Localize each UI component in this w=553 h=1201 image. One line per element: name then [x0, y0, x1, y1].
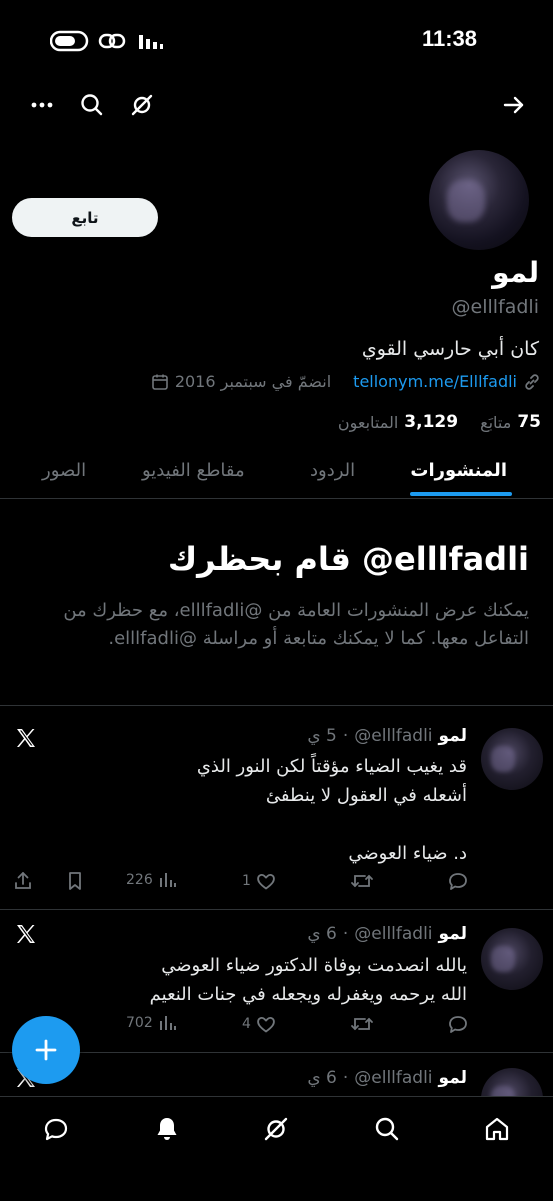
views-icon	[159, 873, 176, 887]
reply-button[interactable]	[446, 870, 470, 892]
repost-button[interactable]	[350, 870, 374, 892]
tab-replies[interactable]: الردود	[310, 460, 355, 481]
search-icon[interactable]	[78, 91, 106, 119]
tweet-time: 6 ي	[307, 1068, 337, 1088]
tweet-actions: 226 1	[12, 870, 472, 894]
heart-icon	[257, 1016, 275, 1033]
views-button[interactable]: 702	[126, 1013, 177, 1033]
separator-dot: ·	[342, 726, 349, 746]
followers-label[interactable]: المتابعون	[338, 413, 398, 432]
tweet-time: 6 ي	[307, 924, 337, 944]
profile-handle: @elllfadli	[451, 296, 539, 318]
search-icon[interactable]	[373, 1115, 401, 1143]
blocked-title: قام بحظرك @elllfadli	[167, 540, 529, 578]
reply-icon	[449, 873, 467, 890]
grok-icon[interactable]	[262, 1115, 290, 1143]
reply-button[interactable]	[446, 1013, 470, 1035]
tweet-header: لمو @elllfadli · 6 ي	[307, 924, 467, 944]
compose-button[interactable]	[12, 1016, 80, 1084]
tweet-line: يالله انصدمت بوفاة الدكتور ضياء العوضي	[161, 955, 467, 976]
back-arrow-icon[interactable]	[500, 91, 528, 119]
status-time: 11:38	[421, 26, 477, 51]
tweet-author-name[interactable]: لمو	[439, 726, 467, 746]
tweet-line: الله يرحمه ويغفرله ويجعله في جنات النعيم	[149, 984, 467, 1005]
like-button[interactable]: 1	[242, 870, 277, 892]
following-count[interactable]: 75	[517, 412, 541, 432]
repost-button[interactable]	[350, 1013, 374, 1035]
more-icon[interactable]	[28, 91, 56, 119]
separator-dot: ·	[342, 1068, 349, 1088]
plus-icon	[35, 1039, 57, 1061]
profile-link[interactable]: tellonym.me/Elllfadli	[353, 372, 517, 391]
x-logo-icon	[14, 922, 38, 946]
tweet-time: 5 ي	[307, 726, 337, 746]
tweet-author-handle[interactable]: @elllfadli	[354, 1068, 432, 1088]
tweet-line: قد يغيب الضياء مؤقتاً لكن النور الذي	[196, 756, 467, 777]
tweet-header: لمو @elllfadli · 5 ي	[307, 726, 467, 746]
views-icon	[159, 1016, 176, 1030]
battery-icon	[50, 30, 90, 52]
link-status-icon	[98, 30, 126, 52]
profile-stats: 75 متابَع 3,129 المتابعون	[338, 412, 541, 432]
avatar[interactable]	[481, 728, 543, 790]
heart-icon	[257, 873, 275, 890]
grok-icon[interactable]	[128, 91, 156, 119]
tweet-text[interactable]: يالله انصدمت بوفاة الدكتور ضياء العوضي ا…	[150, 951, 467, 1009]
tweet-actions: 702 4	[12, 1013, 472, 1037]
profile-name: لمو	[492, 256, 539, 289]
reply-icon	[449, 1016, 467, 1033]
share-button[interactable]	[12, 870, 34, 892]
divider	[0, 1052, 553, 1053]
repost-icon	[351, 874, 373, 888]
tweet-line: أشعله في العقول لا ينطفئ	[265, 785, 467, 806]
tweet-author-name[interactable]: لمو	[439, 1068, 467, 1088]
bookmark-button[interactable]	[64, 870, 86, 892]
messages-icon[interactable]	[42, 1115, 70, 1143]
tweet-header: لمو @elllfadli · 6 ي	[307, 1068, 467, 1088]
bottom-nav	[0, 1096, 553, 1201]
calendar-icon	[151, 373, 169, 391]
tweet-author-handle[interactable]: @elllfadli	[354, 726, 432, 746]
divider	[0, 705, 553, 706]
views-count: 226	[126, 872, 153, 888]
tab-posts[interactable]: المنشورات	[410, 460, 507, 481]
link-icon	[523, 373, 541, 391]
notifications-icon[interactable]	[153, 1115, 181, 1143]
home-icon[interactable]	[483, 1115, 511, 1143]
like-button[interactable]: 4	[242, 1013, 277, 1035]
tweet-line: د. ضياء العوضي	[348, 843, 467, 864]
likes-count: 1	[242, 873, 251, 889]
follow-button[interactable]: تابع	[12, 198, 158, 237]
views-count: 702	[126, 1015, 153, 1031]
avatar[interactable]	[481, 928, 543, 990]
repost-icon	[351, 1017, 373, 1031]
active-tab-indicator	[410, 492, 512, 496]
profile-joined: انضمّ في سبتمبر 2016	[174, 372, 332, 391]
following-label[interactable]: متابَع	[480, 413, 511, 432]
profile-avatar[interactable]	[429, 150, 529, 250]
divider	[0, 909, 553, 910]
tab-photos[interactable]: الصور	[42, 460, 86, 481]
views-button[interactable]: 226	[126, 870, 177, 890]
tweet-text[interactable]: قد يغيب الضياء مؤقتاً لكن النور الذي أشع…	[197, 752, 467, 868]
x-logo-icon	[14, 726, 38, 750]
tweet-author-handle[interactable]: @elllfadli	[354, 924, 432, 944]
followers-count[interactable]: 3,129	[404, 412, 458, 432]
tab-videos[interactable]: مقاطع الفيديو	[142, 460, 245, 481]
signal-icon	[138, 31, 164, 51]
separator-dot: ·	[342, 924, 349, 944]
tweet-line	[197, 810, 467, 839]
tweet-author-name[interactable]: لمو	[439, 924, 467, 944]
share-icon	[15, 872, 31, 889]
blocked-body: يمكنك عرض المنشورات العامة من @elllfadli…	[63, 600, 529, 649]
bookmark-icon	[69, 872, 81, 890]
profile-meta: tellonym.me/Elllfadli انضمّ في سبتمبر 20…	[151, 372, 541, 391]
profile-bio: كان أبي حارسي القوي	[361, 338, 539, 360]
likes-count: 4	[242, 1016, 251, 1032]
